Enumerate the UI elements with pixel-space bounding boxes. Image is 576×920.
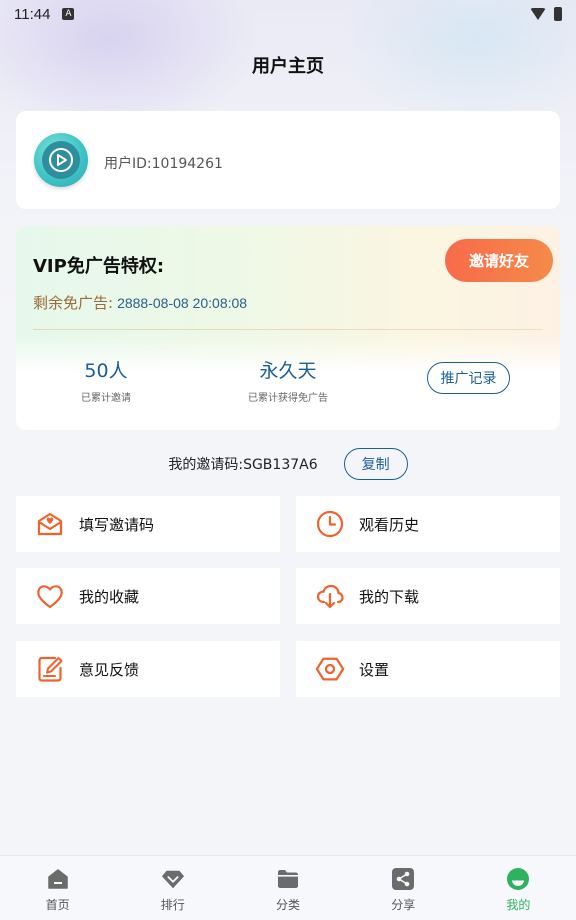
vip-title: VIP免广告特权:: [33, 256, 165, 277]
nav-label: 排行: [160, 898, 185, 912]
nav-label: 首页: [45, 898, 70, 912]
menu-label: 意见反馈: [79, 660, 140, 679]
nav-label: 分享: [391, 898, 416, 912]
divider: [33, 329, 543, 330]
menu-label: 我的收藏: [79, 587, 140, 606]
menu-favorites[interactable]: 我的收藏: [16, 568, 280, 624]
remaining-date: 2888-08-08 20:08:08: [117, 295, 248, 311]
status-indicator-icon: A: [62, 8, 75, 20]
status-icons: [530, 7, 562, 21]
bottom-nav: 首页 排行 分类 分享 我的: [0, 855, 576, 920]
heart-icon: [35, 581, 65, 611]
vip-card: VIP免广告特权: 邀请好友 剩余免广告: 2888-08-08 20:08:0…: [16, 226, 560, 430]
status-bar: 11:44 A: [0, 0, 576, 28]
avatar[interactable]: [34, 133, 88, 187]
nav-profile[interactable]: 我的: [461, 856, 576, 920]
envelope-heart-icon: [35, 509, 65, 539]
profile-icon: [506, 867, 530, 891]
menu-label: 观看历史: [359, 515, 420, 534]
copy-button[interactable]: 复制: [343, 448, 408, 480]
nav-label: 我的: [506, 898, 531, 912]
share-icon: [391, 867, 415, 891]
folder-icon: [276, 867, 300, 891]
play-icon: [42, 141, 80, 179]
nav-home[interactable]: 首页: [0, 856, 115, 920]
stat-label: 已累计邀请: [81, 393, 131, 404]
menu-watch-history[interactable]: 观看历史: [296, 496, 560, 552]
home-icon: [46, 867, 70, 891]
nav-share[interactable]: 分享: [346, 856, 461, 920]
wifi-icon: [530, 8, 546, 20]
invite-code-row: 我的邀请码:SGB137A6 复制: [0, 446, 576, 482]
remaining-ad-free: 剩余免广告: 2888-08-08 20:08:08: [33, 292, 247, 313]
diamond-icon: [161, 867, 185, 891]
invite-code: 我的邀请码:SGB137A6: [168, 457, 318, 473]
invite-friends-button[interactable]: 邀请好友: [445, 239, 553, 282]
remaining-label: 剩余免广告:: [33, 294, 114, 312]
battery-icon: [554, 7, 562, 21]
menu-label: 我的下载: [359, 587, 420, 606]
nav-label: 分类: [276, 898, 301, 912]
clock-icon: [315, 509, 345, 539]
stat-value: 50人: [84, 360, 128, 382]
stat-ad-free-days: 永久天 已累计获得免广告: [208, 356, 368, 404]
menu-downloads[interactable]: 我的下载: [296, 568, 560, 624]
stat-invited: 50人 已累计邀请: [26, 356, 186, 404]
nav-ranking[interactable]: 排行: [115, 856, 230, 920]
menu-enter-invite-code[interactable]: 填写邀请码: [16, 496, 280, 552]
user-id: 用户ID:10194261: [104, 156, 223, 172]
menu-label: 填写邀请码: [79, 515, 155, 534]
menu-settings[interactable]: 设置: [296, 641, 560, 697]
menu-label: 设置: [359, 660, 390, 679]
stat-label: 已累计获得免广告: [248, 393, 328, 404]
menu-feedback[interactable]: 意见反馈: [16, 641, 280, 697]
status-time: 11:44: [14, 5, 51, 23]
user-card[interactable]: 用户ID:10194261: [16, 111, 560, 209]
stat-value: 永久天: [259, 360, 317, 382]
settings-hexagon-icon: [315, 654, 345, 684]
cloud-download-icon: [315, 581, 345, 611]
edit-icon: [35, 654, 65, 684]
nav-category[interactable]: 分类: [230, 856, 345, 920]
promotion-record-button[interactable]: 推广记录: [427, 362, 510, 394]
page-title: 用户主页: [252, 56, 324, 77]
